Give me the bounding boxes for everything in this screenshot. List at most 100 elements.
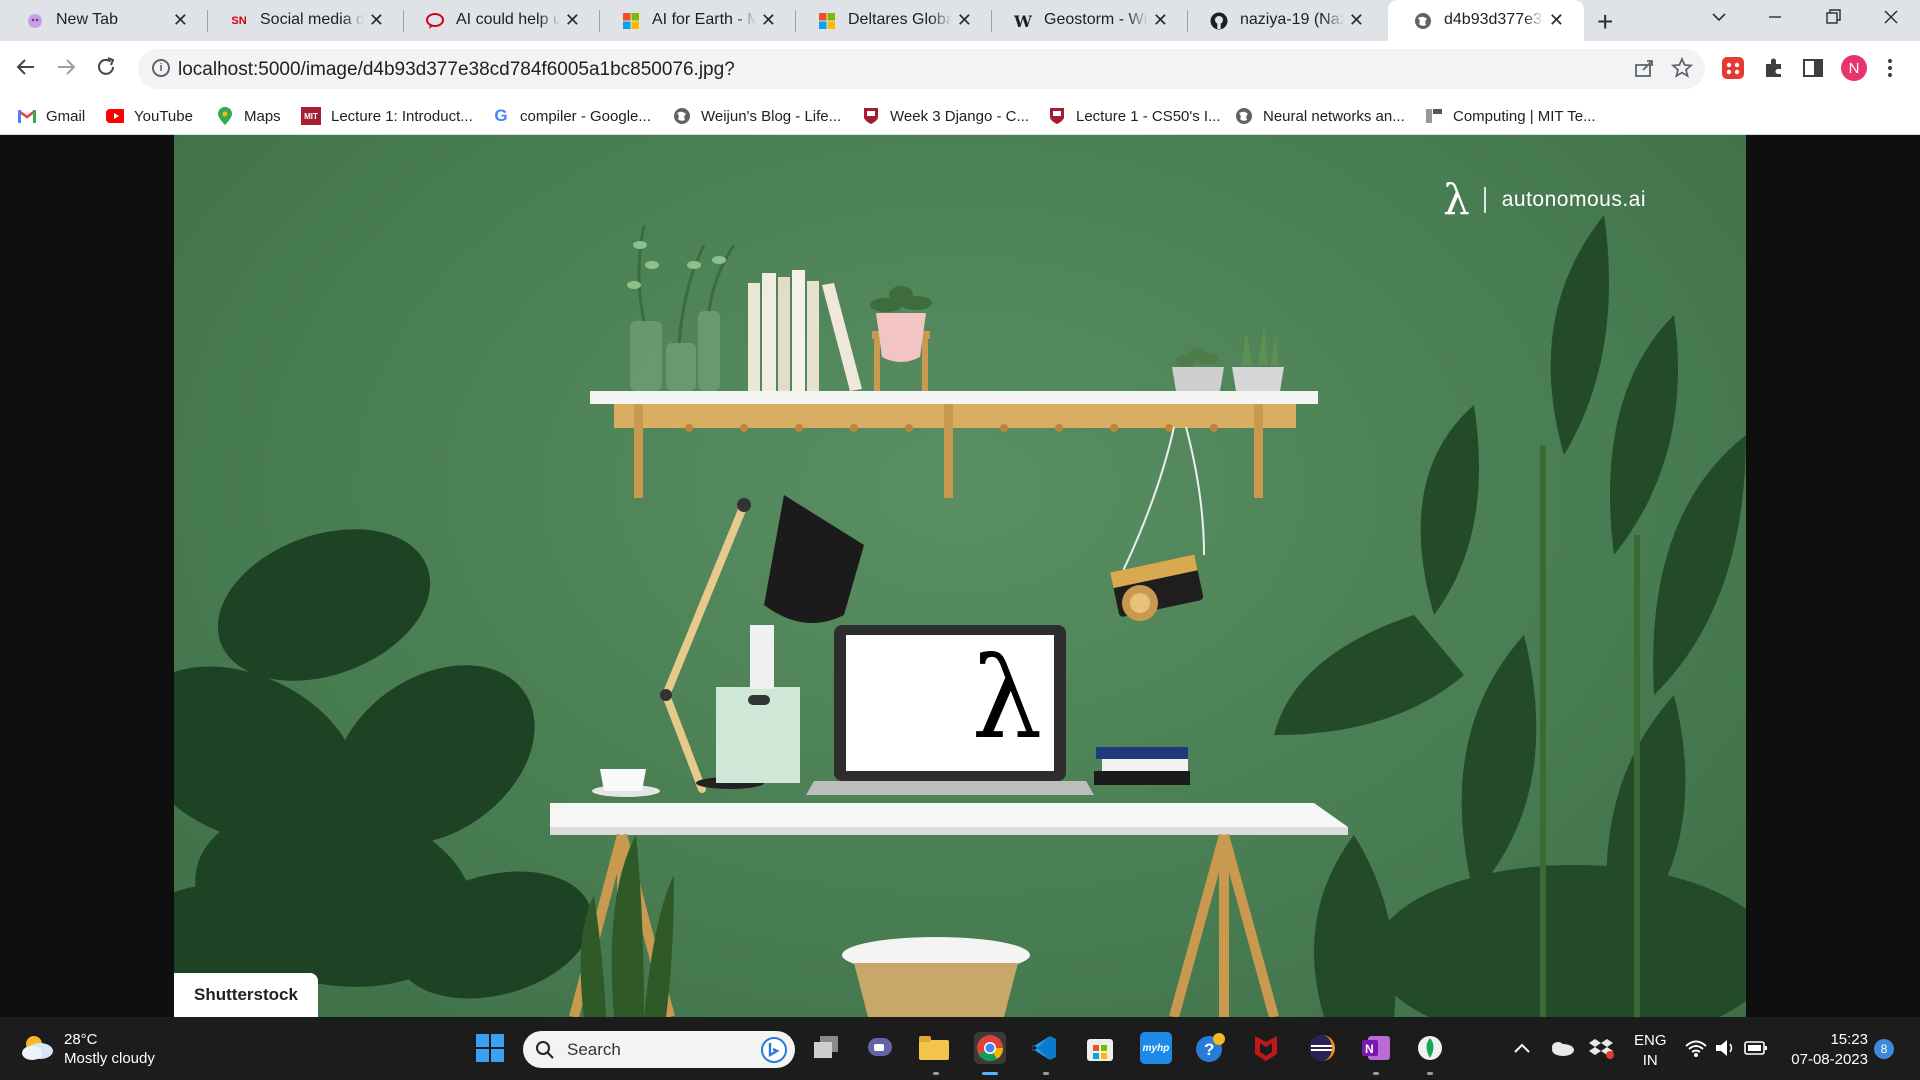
succulent-pots [1172, 325, 1284, 391]
tab-label: Deltares Global Fl [848, 11, 952, 28]
tab-geostorm[interactable]: W Geostorm - Wikip ✕ [988, 0, 1188, 41]
microsoft-favicon [818, 12, 836, 30]
close-icon[interactable]: ✕ [957, 10, 972, 30]
bookmark-computing-mit[interactable]: Computing | MIT Te... [1425, 105, 1596, 127]
bookmark-maps[interactable]: Maps [216, 105, 281, 127]
maps-icon [216, 107, 234, 125]
tab-new-tab[interactable]: New Tab ✕ [0, 0, 208, 41]
harvard-icon [862, 107, 880, 125]
hanging-camera [1110, 426, 1205, 621]
microsoft-favicon [622, 12, 640, 30]
close-icon[interactable]: ✕ [761, 10, 776, 30]
side-panel-icon[interactable] [1801, 56, 1825, 85]
running-indicator [1373, 1072, 1379, 1075]
profile-avatar[interactable]: N [1841, 55, 1867, 81]
taskbar-search[interactable]: Search [523, 1031, 795, 1068]
svg-text:N: N [1365, 1042, 1374, 1056]
close-icon[interactable]: ✕ [1153, 10, 1168, 30]
search-icon [535, 1040, 555, 1065]
weather-temperature: 28°C [64, 1031, 98, 1048]
close-icon[interactable]: ✕ [369, 10, 384, 30]
tab-github[interactable]: naziya-19 (Naziya ✕ [1184, 0, 1384, 41]
mcafee-icon[interactable] [1250, 1032, 1282, 1064]
chrome-icon[interactable] [974, 1032, 1006, 1064]
mit-icon: MIT [301, 107, 321, 125]
tab-label: d4b93d377e38cd [1444, 11, 1544, 28]
dropbox-icon[interactable] [1586, 1032, 1618, 1064]
close-icon[interactable]: ✕ [1349, 10, 1364, 30]
close-icon[interactable]: ✕ [173, 10, 188, 30]
back-arrow-icon[interactable] [14, 55, 38, 86]
bookmark-star-icon[interactable] [1670, 56, 1694, 85]
bookmark-compiler-google[interactable]: G compiler - Google... [492, 105, 651, 127]
onenote-icon[interactable]: N [1360, 1032, 1392, 1064]
chrome-menu-icon[interactable] [1886, 56, 1894, 85]
tab-label: Geostorm - Wikip [1044, 11, 1148, 28]
shutterstock-watermark: Shutterstock [174, 973, 318, 1017]
ms-store-icon[interactable] [1084, 1032, 1116, 1064]
tab-search-chevron-icon[interactable] [1710, 8, 1728, 32]
teams-chat-icon[interactable] [864, 1032, 896, 1064]
notification-badge[interactable]: 8 [1874, 1039, 1894, 1059]
tab-ai-for-earth[interactable]: AI for Earth - Micr ✕ [596, 0, 796, 41]
extensions-puzzle-icon[interactable] [1762, 56, 1786, 85]
windows-taskbar: 28°C Mostly cloudy Search myhp ? N ENG I… [0, 1017, 1920, 1080]
reload-icon[interactable] [94, 55, 118, 86]
task-view-icon[interactable] [810, 1032, 842, 1064]
tab-social-media[interactable]: SN Social media data ✕ [204, 0, 404, 41]
extension-red-icon[interactable] [1721, 56, 1745, 85]
desk-photo: λ λ autonomous.ai Shutterstock [174, 135, 1746, 1017]
language-indicator[interactable]: ENG IN [1634, 1031, 1667, 1071]
share-icon[interactable] [1633, 57, 1655, 85]
volume-icon[interactable] [1710, 1032, 1742, 1064]
clock[interactable]: 15:23 07-08-2023 [1778, 1030, 1868, 1070]
minimize-button[interactable] [1766, 8, 1784, 32]
tab-active-image[interactable]: d4b93d377e38cd ✕ [1388, 0, 1584, 41]
bookmark-week-3-django[interactable]: Week 3 Django - C... [862, 105, 1029, 127]
forward-arrow-icon[interactable] [54, 55, 78, 86]
desk-scene-illustration [174, 215, 1746, 1017]
running-indicator [1043, 1072, 1049, 1075]
wifi-icon[interactable] [1680, 1032, 1712, 1064]
bookmark-lecture-1-cs50[interactable]: Lecture 1 - CS50's I... [1048, 105, 1221, 127]
new-tab-button[interactable]: + [1597, 6, 1613, 38]
cloudy-weather-icon [20, 1033, 54, 1066]
bookmark-lecture-1-intro[interactable]: MIT Lecture 1: Introduct... [301, 105, 473, 127]
vscode-icon[interactable] [1028, 1032, 1060, 1064]
region-code: IN [1642, 1052, 1658, 1069]
brand-logo: λ autonomous.ai [1443, 175, 1646, 224]
show-hidden-icons-chevron[interactable] [1506, 1032, 1538, 1064]
windows-start-icon[interactable] [474, 1032, 506, 1064]
tab-deltares[interactable]: Deltares Global Fl ✕ [792, 0, 992, 41]
bookmark-gmail[interactable]: Gmail [18, 105, 85, 127]
bookmark-label: Gmail [46, 107, 86, 125]
bookmark-weijun-blog[interactable]: Weijun's Blog - Life... [673, 105, 841, 127]
bookmark-neural-networks[interactable]: Neural networks an... [1235, 105, 1405, 127]
globe-icon [1235, 107, 1253, 125]
eclipse-icon[interactable] [1306, 1032, 1338, 1064]
desk-organizer [716, 625, 800, 783]
site-info-icon[interactable]: i [152, 59, 170, 77]
address-url[interactable]: localhost:5000/image/d4b93d377e38cd784f6… [178, 59, 735, 81]
close-icon[interactable]: ✕ [1549, 10, 1564, 30]
get-help-icon[interactable]: ? [1194, 1032, 1226, 1064]
image-viewer: λ λ autonomous.ai Shutterstock [0, 135, 1920, 1017]
bookmark-label: Computing | MIT Te... [1453, 107, 1596, 125]
tab-ai-could-help[interactable]: AI could help us r ✕ [400, 0, 600, 41]
battery-icon[interactable] [1740, 1032, 1772, 1064]
bookmark-label: Lecture 1 - CS50's I... [1076, 107, 1221, 125]
restore-button[interactable] [1824, 8, 1842, 32]
bing-icon[interactable] [761, 1037, 787, 1068]
gmail-icon [18, 107, 36, 125]
file-explorer-icon[interactable] [918, 1032, 950, 1064]
close-icon[interactable]: ✕ [565, 10, 580, 30]
address-bar[interactable]: i localhost:5000/image/d4b93d377e38cd784… [138, 49, 1705, 89]
mongodb-compass-icon[interactable] [1414, 1032, 1446, 1064]
close-window-button[interactable] [1882, 8, 1900, 32]
weather-widget[interactable]: 28°C Mostly cloudy [20, 1030, 155, 1068]
bookmark-youtube[interactable]: YouTube [106, 105, 193, 127]
onedrive-cloud-icon[interactable] [1546, 1032, 1578, 1064]
snake-plant [580, 835, 674, 1017]
bookmark-label: Week 3 Django - C... [890, 107, 1029, 125]
myhp-icon[interactable]: myhp [1140, 1032, 1172, 1064]
